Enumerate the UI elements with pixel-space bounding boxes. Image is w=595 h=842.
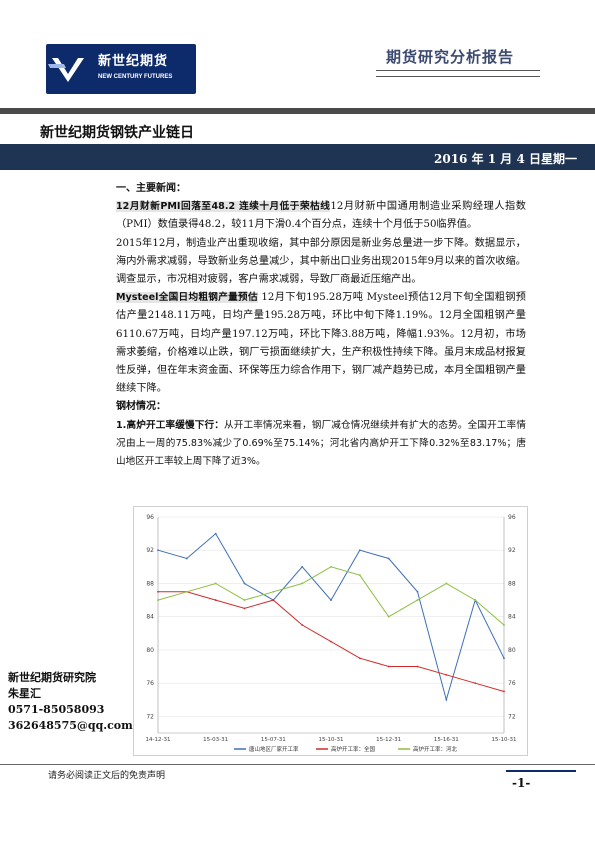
data-point: [387, 557, 390, 560]
logo-v-icon: [48, 58, 84, 82]
y-tick-label-left: 72: [146, 713, 154, 720]
y-tick-label-left: 80: [146, 647, 154, 654]
data-point: [416, 590, 419, 593]
data-point: [503, 624, 505, 626]
x-tick-label: 14-12-31: [146, 737, 171, 743]
contact-name: 朱星汇: [8, 687, 41, 700]
y-tick-label-left: 88: [146, 580, 154, 587]
y-tick-label-right: 72: [508, 713, 516, 720]
contact-phone: 0571-85058093: [8, 703, 105, 716]
steel-item: 1.高炉开工率缓慢下行：从开工率情况来看，钢厂减仓情况继续并有扩大的态势。全国开…: [116, 417, 526, 472]
data-point: [185, 557, 188, 560]
news-section-title: 一、主要新闻：: [116, 183, 186, 194]
x-tick-label: 15-07-31: [261, 737, 286, 743]
x-tick-label: 15-16-31: [434, 737, 459, 743]
data-point: [214, 532, 217, 535]
data-point: [416, 665, 419, 668]
data-point: [214, 599, 217, 601]
steel-item-title: 1.高炉开工率缓慢下行：: [116, 419, 224, 431]
data-point: [301, 582, 304, 585]
news-body-paragraph: 2015年12月，制造业产出重现收缩，其中部分原因是新业务总量进一步下降。数据显…: [116, 237, 526, 286]
data-point: [474, 682, 477, 685]
data-point: [272, 590, 275, 593]
chart-svg: 72 72 76 76 80 80 84 84 88 88 92 92 96 96 14-12-31 15-0…: [146, 514, 517, 753]
series-line: [157, 566, 505, 626]
data-point: [243, 582, 246, 585]
news-item: Mysteel全国日均粗钢产量预估 12月下旬195.28万吨 Mysteel预…: [116, 289, 526, 398]
data-point: [157, 599, 159, 601]
data-point: [272, 599, 275, 601]
logo-text-cn: 新世纪期货: [98, 54, 169, 69]
y-tick-label-left: 84: [146, 614, 154, 621]
data-point: [387, 665, 390, 668]
data-point: [243, 599, 246, 601]
news-headline: Mysteel全国日均粗钢产量预估: [116, 292, 258, 304]
data-point: [358, 549, 361, 552]
steel-section-title: 钢材情况：: [116, 401, 166, 413]
legend-label: 唐山地区厂家开工率: [249, 745, 299, 753]
x-tick-label: 15-03-31: [203, 737, 228, 743]
news-body: 12月下旬195.28万吨 Mysteel预估12月下旬全国粗钢预估产量2148…: [116, 292, 526, 395]
data-point: [330, 640, 332, 643]
data-point: [503, 657, 505, 660]
data-point: [330, 599, 332, 601]
y-tick-label-right: 80: [508, 647, 516, 654]
y-tick-label-right: 92: [508, 547, 516, 554]
data-point: [214, 582, 217, 585]
data-point: [445, 582, 448, 585]
legend-label: 高炉开工率：河北: [413, 745, 458, 753]
data-point: [387, 615, 390, 618]
data-point: [358, 657, 361, 660]
contact-email: 362648575@qq.com: [8, 719, 133, 732]
data-point: [330, 565, 332, 568]
x-tick-label: 15-10-31: [319, 737, 344, 743]
y-tick-label-right: 84: [508, 614, 516, 621]
data-point: [503, 690, 505, 693]
report-date: 2016 年 1 月 4 日星期一: [434, 152, 577, 166]
header-line: [376, 70, 540, 71]
report-type: 期货研究分析报告: [386, 48, 515, 66]
data-point: [301, 624, 304, 626]
x-tick-label: 15-12-31: [376, 737, 401, 743]
data-point: [157, 590, 159, 593]
y-tick-label-left: 76: [146, 680, 154, 687]
data-point: [185, 590, 188, 593]
legend-label: 高炉开工率：全国: [331, 745, 376, 753]
footer-line: [0, 764, 595, 765]
logo-text-en: NEW CENTURY FUTURES: [98, 74, 173, 80]
data-point: [474, 599, 477, 601]
data-point: [157, 549, 159, 552]
data-point: [445, 698, 448, 701]
contact-org: 新世纪期货研究院: [8, 671, 96, 684]
data-point: [358, 574, 361, 577]
y-tick-label-right: 88: [508, 580, 516, 587]
y-tick-label-left: 96: [146, 514, 154, 521]
news-headline: 12月财新PMI回落至48.2 连续十月低于荣枯线: [116, 201, 331, 213]
date-bar: 2016 年 1 月 4 日星期一: [0, 144, 595, 170]
header-rule: [0, 108, 595, 114]
header-line: [376, 76, 540, 77]
company-logo: 新世纪期货 NEW CENTURY FUTURES: [46, 44, 196, 94]
blast-furnace-chart: 72 72 76 76 80 80 84 84 88 88 92 92 96 96 14-12-31 15-0…: [133, 506, 528, 756]
data-point: [243, 607, 246, 610]
y-tick-label-right: 76: [508, 680, 516, 687]
data-point: [301, 565, 304, 568]
data-point: [445, 673, 448, 676]
document-title: 新世纪期货钢铁产业链日: [40, 125, 194, 141]
x-tick-label: 15-10-31: [492, 737, 517, 743]
contact-sidebar: 新世纪期货研究院 朱星汇 0571-85058093 362648575@qq.…: [8, 670, 133, 734]
disclaimer: 请务必阅读正文后的免责声明: [48, 771, 166, 781]
page-number: -1-: [512, 776, 531, 790]
y-tick-label-left: 92: [146, 547, 154, 554]
data-point: [416, 599, 419, 601]
page-number-bar: [506, 770, 576, 772]
news-item: 12月财新PMI回落至48.2 连续十月低于荣枯线12月财新中国通用制造业采购经…: [116, 198, 526, 234]
y-tick-label-right: 96: [508, 514, 516, 521]
main-content: 一、主要新闻： 12月财新PMI回落至48.2 连续十月低于荣枯线12月财新中国…: [116, 180, 526, 471]
